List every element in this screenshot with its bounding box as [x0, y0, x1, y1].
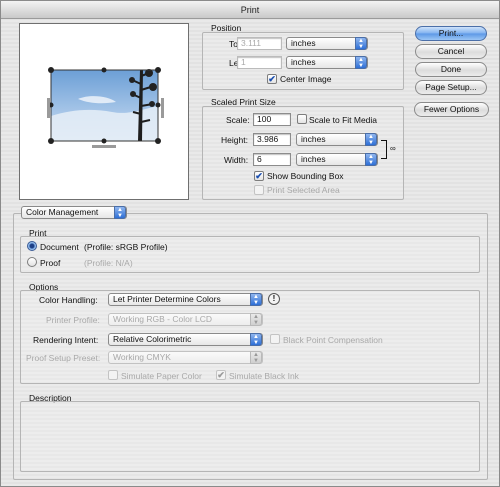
document-radio[interactable] [27, 241, 37, 251]
constrain-bracket [381, 140, 387, 159]
checkmark-icon: ✔ [268, 74, 276, 84]
rendering-intent-popup[interactable]: Relative Colorimetric ▲ ▼ [108, 333, 263, 346]
printer-profile-popup[interactable]: Working RGB - Color LCD ▲ ▼ [108, 313, 263, 326]
black-point-checkbox[interactable] [270, 334, 280, 344]
center-image-checkbox[interactable]: ✔ [267, 74, 277, 84]
link-icon[interactable]: ∞ [390, 144, 396, 153]
done-button[interactable]: Done [415, 62, 487, 77]
cancel-button[interactable]: Cancel [415, 44, 487, 59]
top-unit-popup[interactable]: inches ▲ ▼ [286, 37, 368, 50]
popup-arrows-icon: ▲ ▼ [250, 333, 262, 346]
proof-setup-value: Working CMYK [113, 352, 171, 362]
height-unit-value: inches [301, 134, 326, 144]
printer-profile-value: Working RGB - Color LCD [113, 314, 213, 324]
scale-label: Scale: [226, 115, 250, 125]
page-setup-button[interactable]: Page Setup... [415, 80, 487, 95]
scale-to-fit-label: Scale to Fit Media [309, 115, 378, 125]
print-button[interactable]: Print... [415, 26, 487, 41]
scale-to-fit-checkbox[interactable] [297, 114, 307, 124]
color-management-popup[interactable]: Color Management ▲ ▼ [21, 206, 127, 219]
simulate-paper-checkbox[interactable] [108, 370, 118, 380]
simulate-ink-label: Simulate Black Ink [229, 371, 299, 381]
show-bounding-box-label: Show Bounding Box [267, 171, 344, 181]
rendering-intent-value: Relative Colorimetric [113, 334, 192, 344]
height-field[interactable]: 3.986 [253, 133, 291, 146]
proof-setup-label: Proof Setup Preset: [26, 353, 101, 363]
color-handling-popup[interactable]: Let Printer Determine Colors ▲ ▼ [108, 293, 263, 306]
checkmark-icon: ✔ [217, 370, 225, 380]
popup-arrows-icon: ▲ ▼ [355, 37, 367, 50]
proof-radio[interactable] [27, 257, 37, 267]
center-image-label: Center Image [280, 74, 332, 84]
scale-field[interactable]: 100 [253, 113, 291, 126]
popup-arrows-icon: ▲ ▼ [250, 351, 262, 364]
print-selected-area-checkbox[interactable] [254, 185, 264, 195]
printer-profile-label: Printer Profile: [46, 315, 100, 325]
proof-label: Proof [40, 258, 61, 268]
left-unit-popup[interactable]: inches ▲ ▼ [286, 56, 368, 69]
width-label: Width: [224, 155, 249, 165]
print-selected-area-label: Print Selected Area [267, 185, 340, 195]
width-field[interactable]: 6 [253, 153, 291, 166]
popup-arrows-icon: ▲ ▼ [365, 153, 377, 166]
rendering-intent-label: Rendering Intent: [33, 335, 99, 345]
fewer-options-button[interactable]: Fewer Options [414, 102, 489, 117]
color-handling-label: Color Handling: [39, 295, 98, 305]
popup-arrows-icon: ▲ ▼ [365, 133, 377, 146]
print-preview [19, 23, 189, 200]
document-profile: (Profile: sRGB Profile) [84, 242, 168, 252]
preview-image [47, 67, 164, 148]
left-field[interactable]: 1 [237, 56, 282, 69]
proof-profile: (Profile: N/A) [84, 258, 133, 268]
top-unit-value: inches [291, 38, 316, 48]
height-unit-popup[interactable]: inches ▲ ▼ [296, 133, 378, 146]
color-handling-value: Let Printer Determine Colors [113, 294, 221, 304]
print-dialog: Print Position 3.111 inches ▲ ▼ 1 inches… [0, 0, 500, 487]
color-management-value: Color Management [26, 207, 99, 217]
simulate-ink-checkbox[interactable]: ✔ [216, 370, 226, 380]
width-unit-value: inches [301, 154, 326, 164]
left-unit-value: inches [291, 57, 316, 67]
popup-arrows-icon: ▲ ▼ [250, 313, 262, 326]
top-field[interactable]: 3.111 [237, 37, 282, 50]
window-title: Print [1, 1, 499, 19]
popup-arrows-icon: ▲ ▼ [114, 206, 126, 219]
checkmark-icon: ✔ [255, 171, 263, 181]
document-label: Document [40, 242, 79, 252]
description-box [20, 401, 480, 472]
height-label: Height: [221, 135, 248, 145]
popup-arrows-icon: ▲ ▼ [250, 293, 262, 306]
simulate-paper-label: Simulate Paper Color [121, 371, 202, 381]
popup-arrows-icon: ▲ ▼ [355, 56, 367, 69]
warning-icon[interactable]: ! [268, 293, 280, 305]
show-bounding-box-checkbox[interactable]: ✔ [254, 171, 264, 181]
proof-setup-popup[interactable]: Working CMYK ▲ ▼ [108, 351, 263, 364]
width-unit-popup[interactable]: inches ▲ ▼ [296, 153, 378, 166]
black-point-label: Black Point Compensation [283, 335, 383, 345]
